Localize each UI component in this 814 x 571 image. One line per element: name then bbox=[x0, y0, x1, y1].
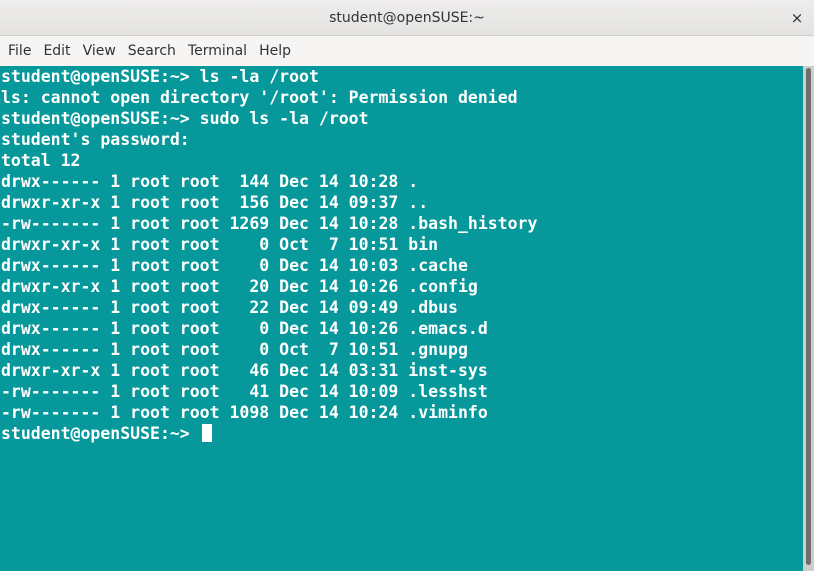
menu-search[interactable]: Search bbox=[122, 36, 182, 66]
terminal-line: ls: cannot open directory '/root': Permi… bbox=[1, 88, 518, 107]
terminal-line: drwxr-xr-x 1 root root 0 Oct 7 10:51 bin bbox=[1, 235, 439, 254]
terminal-prompt-line[interactable]: student@openSUSE:~> bbox=[1, 423, 537, 444]
terminal-line: drwx------ 1 root root 0 Oct 7 10:51 .gn… bbox=[1, 340, 468, 359]
terminal-line: drwxr-xr-x 1 root root 20 Dec 14 10:26 .… bbox=[1, 277, 478, 296]
terminal-output[interactable]: student@openSUSE:~> ls -la /root ls: can… bbox=[0, 66, 803, 571]
text-cursor bbox=[201, 424, 212, 442]
scrollbar-thumb[interactable] bbox=[806, 68, 811, 565]
terminal-line: student@openSUSE:~> ls -la /root bbox=[1, 67, 319, 86]
menu-view[interactable]: View bbox=[77, 36, 122, 66]
title-bar[interactable]: student@openSUSE:~ × bbox=[0, 0, 814, 36]
terminal-lines: student@openSUSE:~> ls -la /root ls: can… bbox=[1, 66, 537, 444]
menu-bar: File Edit View Search Terminal Help bbox=[0, 36, 814, 66]
vertical-scrollbar[interactable] bbox=[803, 66, 814, 571]
terminal-line: drwx------ 1 root root 22 Dec 14 09:49 .… bbox=[1, 298, 458, 317]
terminal-line: drwxr-xr-x 1 root root 46 Dec 14 03:31 i… bbox=[1, 361, 488, 380]
terminal-prompt: student@openSUSE:~> bbox=[1, 424, 200, 443]
terminal-line: -rw------- 1 root root 1269 Dec 14 10:28… bbox=[1, 214, 538, 233]
window-title: student@openSUSE:~ bbox=[329, 10, 485, 26]
terminal-window: student@openSUSE:~ × File Edit View Sear… bbox=[0, 0, 814, 571]
menu-edit[interactable]: Edit bbox=[37, 36, 76, 66]
terminal-line: drwxr-xr-x 1 root root 156 Dec 14 09:37 … bbox=[1, 193, 429, 212]
menu-help[interactable]: Help bbox=[253, 36, 297, 66]
terminal-line: -rw------- 1 root root 1098 Dec 14 10:24… bbox=[1, 403, 488, 422]
menu-terminal[interactable]: Terminal bbox=[182, 36, 253, 66]
menu-file[interactable]: File bbox=[2, 36, 37, 66]
terminal-line: student's password: bbox=[1, 130, 190, 149]
terminal-line: drwx------ 1 root root 0 Dec 14 10:26 .e… bbox=[1, 319, 488, 338]
terminal-line: student@openSUSE:~> sudo ls -la /root bbox=[1, 109, 369, 128]
terminal-line: drwx------ 1 root root 0 Dec 14 10:03 .c… bbox=[1, 256, 468, 275]
terminal-line: -rw------- 1 root root 41 Dec 14 10:09 .… bbox=[1, 382, 488, 401]
close-icon[interactable]: × bbox=[786, 7, 808, 29]
terminal-line: drwx------ 1 root root 144 Dec 14 10:28 … bbox=[1, 172, 419, 191]
terminal-line: total 12 bbox=[1, 151, 81, 170]
